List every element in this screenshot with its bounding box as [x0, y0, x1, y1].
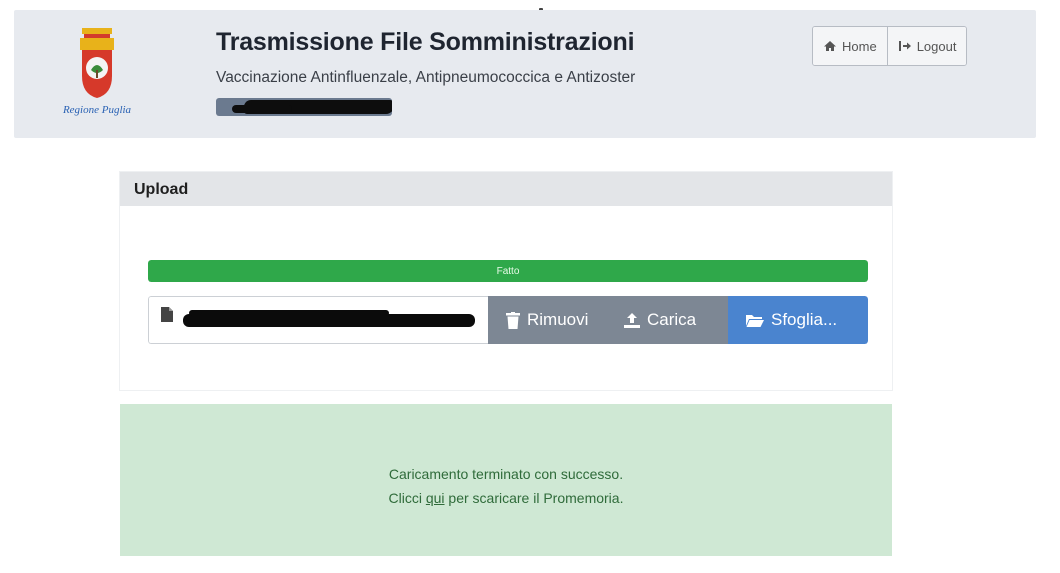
redaction-mark [232, 105, 292, 113]
upload-panel-title: Upload [134, 181, 189, 198]
download-hint: Clicci qui per scaricare il Promemoria. [120, 490, 892, 506]
upload-progress: Fatto [148, 260, 868, 282]
upload-panel: Upload Fatto Rimuovi Carica Sfoglia... [120, 172, 892, 390]
upload-panel-header: Upload [120, 172, 892, 206]
file-input-group: Rimuovi Carica Sfoglia... [148, 296, 868, 344]
logout-label: Logout [916, 38, 957, 54]
home-label: Home [842, 38, 877, 54]
upload-button[interactable]: Carica [612, 296, 728, 344]
page-header: Regione Puglia Trasmissione File Sommini… [14, 10, 1036, 138]
download-link[interactable]: qui [426, 490, 445, 506]
download-prefix: Clicci [388, 490, 422, 506]
upload-progress-bar: Fatto [148, 260, 868, 282]
trash-icon [506, 311, 520, 329]
user-badge-redacted [216, 98, 392, 116]
header-nav: Home Logout [812, 26, 968, 66]
success-message: Caricamento terminato con successo. [388, 466, 624, 482]
success-alert: Caricamento terminato con successo. Clic… [120, 404, 892, 556]
logo-caption: Regione Puglia [62, 104, 132, 116]
coat-of-arms-icon [80, 28, 114, 98]
regione-puglia-logo[interactable]: Regione Puglia [38, 24, 156, 124]
download-suffix: per scaricare il Promemoria. [448, 490, 624, 506]
remove-label: Rimuovi [527, 310, 589, 329]
upload-icon [624, 312, 640, 328]
file-icon [161, 307, 173, 322]
logout-button[interactable]: Logout [886, 27, 967, 65]
home-icon [824, 41, 836, 51]
home-button[interactable]: Home [813, 27, 887, 65]
page-subtitle: Vaccinazione Antinfluenzale, Antipneumoc… [216, 69, 636, 86]
remove-button[interactable]: Rimuovi [488, 296, 612, 344]
folder-open-icon [746, 314, 764, 327]
redaction-mark [189, 310, 389, 316]
browse-button[interactable]: Sfoglia... [728, 296, 868, 344]
page-title: Trasmissione File Somministrazioni [216, 28, 635, 56]
upload-progress-label: Fatto [496, 265, 520, 277]
upload-label: Carica [647, 310, 697, 329]
logout-icon [898, 41, 911, 51]
selected-file-field[interactable] [148, 296, 488, 344]
browse-label: Sfoglia... [771, 310, 838, 329]
